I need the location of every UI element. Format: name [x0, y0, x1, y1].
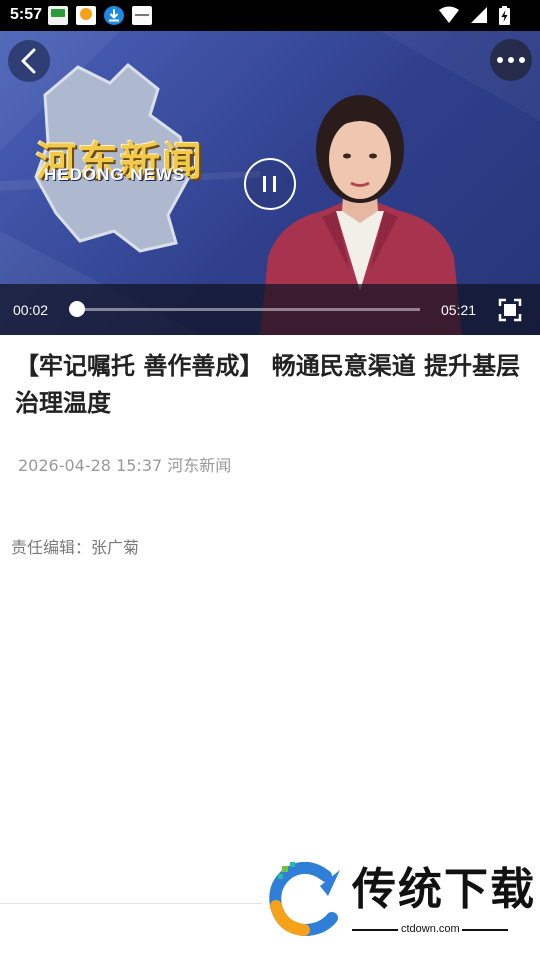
status-time: 5:57 [10, 6, 43, 23]
back-button[interactable] [8, 40, 50, 82]
fullscreen-icon[interactable] [498, 298, 522, 322]
battery-charging-icon [499, 6, 510, 25]
video-player[interactable]: 河东新闻 HEDONG NEWS 00:02 05:21 [0, 31, 540, 335]
wifi-icon [438, 6, 459, 23]
more-dots-icon [497, 57, 525, 63]
article-editor: 责任编辑：张广菊 [11, 538, 140, 557]
signal-icon [470, 7, 487, 23]
total-time: 05:21 [441, 302, 477, 318]
divider [0, 903, 262, 904]
article-meta: 2026-04-28 15:37 河东新闻 [18, 456, 232, 475]
progress-handle[interactable] [69, 301, 85, 317]
watermark-line [352, 929, 398, 931]
pause-button[interactable] [244, 158, 296, 210]
more-options-button[interactable] [490, 39, 532, 81]
status-icons [433, 6, 510, 25]
app-notification-icon [48, 6, 68, 25]
app-notification-icon [132, 6, 152, 25]
download-icon [104, 6, 124, 25]
news-logo-english: HEDONG NEWS [44, 165, 186, 184]
watermark-name: 传统下载 [352, 864, 536, 915]
video-controls: 00:02 05:21 [0, 284, 540, 335]
app-notification-icon [76, 6, 96, 25]
back-arrow-icon [21, 48, 36, 74]
progress-bar[interactable] [77, 308, 420, 311]
article-title: 【牢记嘱托 善作善成】 畅通民意渠道 提升基层治理温度 [15, 352, 521, 417]
pause-icon [263, 176, 276, 192]
status-bar: 5:57 [0, 0, 540, 31]
watermark-url: ctdown.com [401, 923, 460, 935]
watermark-line [462, 929, 508, 931]
ctdown-logo-icon [269, 862, 340, 936]
current-time: 00:02 [13, 302, 49, 318]
